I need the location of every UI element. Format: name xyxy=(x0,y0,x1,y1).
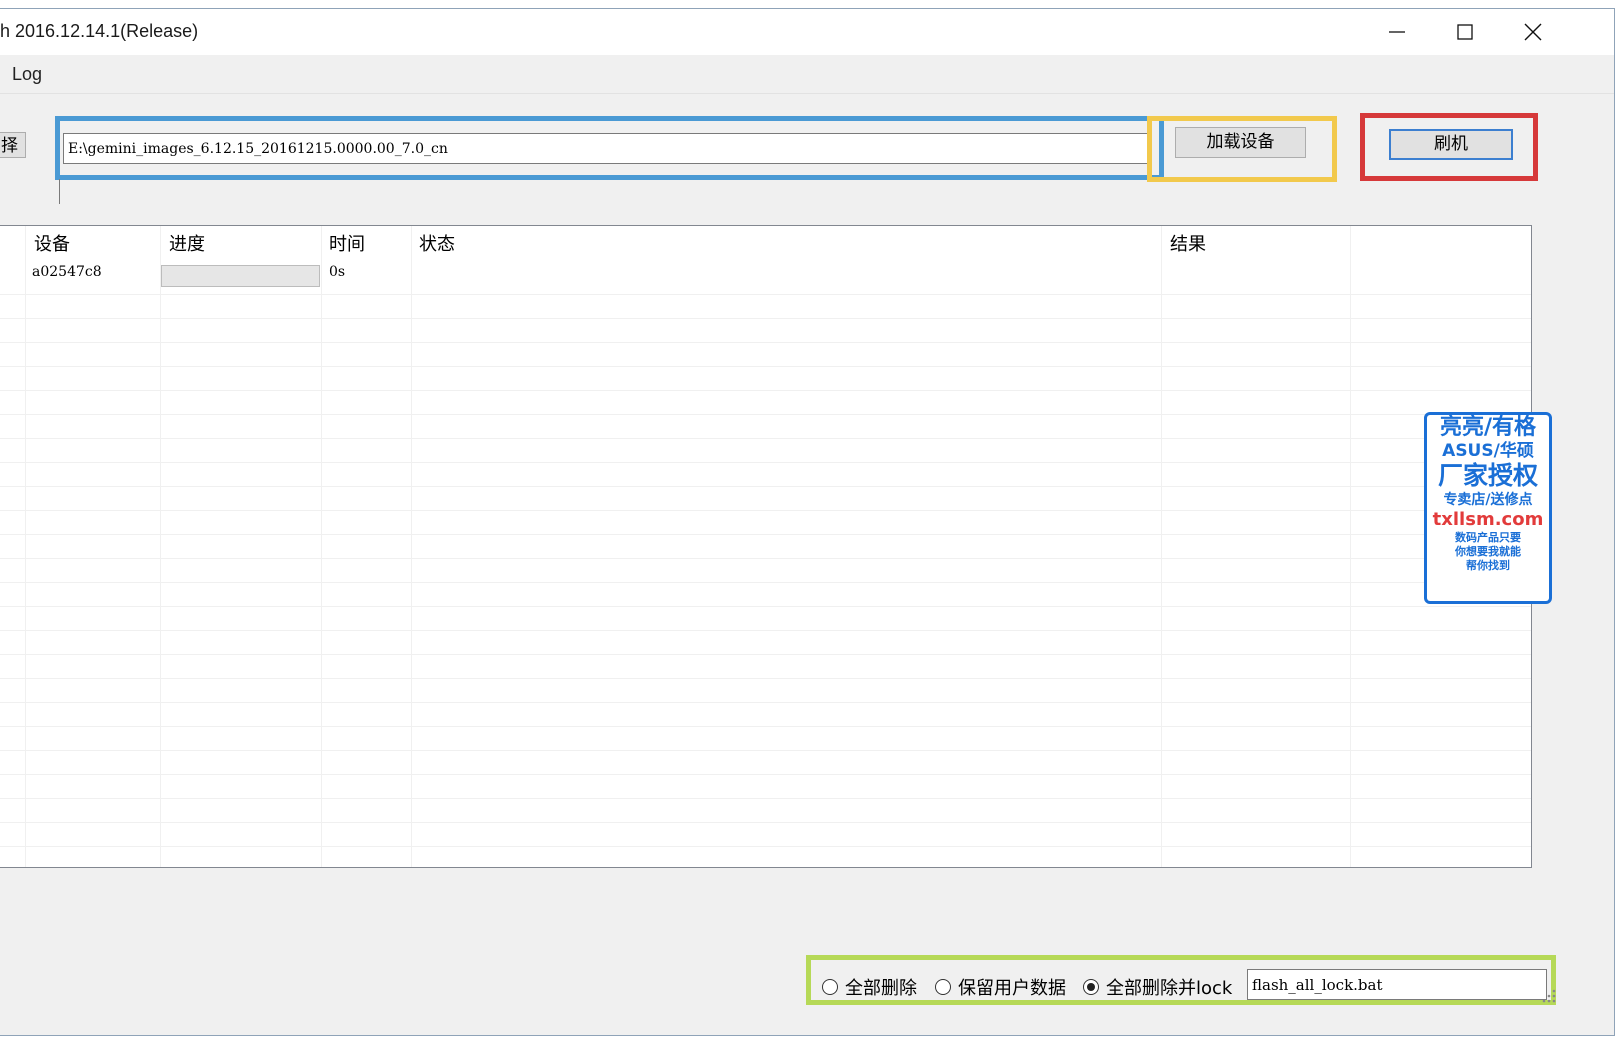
radio-circle-selected xyxy=(1083,979,1099,995)
row-separator xyxy=(0,342,1531,343)
row-separator xyxy=(0,654,1531,655)
row-separator xyxy=(0,774,1531,775)
row-separator xyxy=(0,414,1531,415)
row-separator xyxy=(0,366,1531,367)
title-bar: h 2016.12.14.1(Release) xyxy=(0,9,1614,55)
radio-circle xyxy=(935,979,951,995)
row-separator xyxy=(0,462,1531,463)
maximize-icon xyxy=(1457,24,1473,40)
cell-device: a02547c8 xyxy=(32,264,102,280)
radio-label: 全部删除并lock xyxy=(1106,978,1233,999)
header-time[interactable]: 时间 xyxy=(329,226,365,261)
row-separator xyxy=(0,510,1531,511)
stamp-line: 帮你找到 xyxy=(1466,559,1510,572)
row-separator xyxy=(0,726,1531,727)
radio-delete-and-lock[interactable]: 全部删除并lock xyxy=(1083,974,1232,1000)
header-device[interactable]: 设备 xyxy=(34,226,70,261)
row-separator xyxy=(0,702,1531,703)
image-path-input[interactable] xyxy=(63,133,1149,164)
minimize-icon xyxy=(1389,31,1405,33)
divider xyxy=(59,179,60,204)
row-separator xyxy=(0,678,1531,679)
stamp-line: 数码产品只要 xyxy=(1455,531,1521,544)
radio-label: 保留用户数据 xyxy=(958,978,1066,999)
watermark-stamp: 亮亮/有格 ASUS/华硕 厂家授权 专卖店/送修点 txllsm.com 数码… xyxy=(1424,412,1552,604)
close-button[interactable] xyxy=(1498,9,1568,55)
load-device-button[interactable]: 加载设备 xyxy=(1175,127,1306,158)
row-separator xyxy=(0,390,1531,391)
select-folder-button[interactable]: 择 xyxy=(0,132,26,158)
device-table: 设备 进度 时间 状态 结果 a02547c8 0s xyxy=(0,225,1532,868)
header-result[interactable]: 结果 xyxy=(1170,226,1206,261)
row-separator xyxy=(0,534,1531,535)
stamp-line: 专卖店/送修点 xyxy=(1443,492,1533,508)
minimize-button[interactable] xyxy=(1362,9,1432,55)
menu-item-log[interactable]: Log xyxy=(12,64,42,85)
cell-time: 0s xyxy=(329,264,346,280)
header-progress[interactable]: 进度 xyxy=(169,226,205,261)
window-title: h 2016.12.14.1(Release) xyxy=(0,21,199,41)
flash-button[interactable]: 刷机 xyxy=(1389,129,1513,160)
radio-keep-user-data[interactable]: 保留用户数据 xyxy=(935,974,1066,1000)
row-separator xyxy=(0,582,1531,583)
radio-label: 全部删除 xyxy=(845,978,917,999)
stamp-line: 你想要我就能 xyxy=(1455,545,1521,558)
row-separator xyxy=(0,606,1531,607)
row-separator xyxy=(0,486,1531,487)
stamp-line: ASUS/华硕 xyxy=(1442,441,1534,461)
row-separator xyxy=(0,750,1531,751)
maximize-button[interactable] xyxy=(1430,9,1500,55)
row-separator xyxy=(0,846,1531,847)
resize-grip-icon[interactable] xyxy=(1540,987,1558,1005)
row-separator xyxy=(0,294,1531,295)
row-separator xyxy=(0,798,1531,799)
radio-all-delete[interactable]: 全部删除 xyxy=(822,974,917,1000)
script-file-input[interactable] xyxy=(1247,969,1547,1000)
menu-bar: Log xyxy=(0,55,1614,94)
stamp-line: 亮亮/有格 xyxy=(1439,415,1537,440)
progress-bar xyxy=(161,265,320,287)
stamp-line: txllsm.com xyxy=(1432,509,1544,530)
row-separator xyxy=(0,822,1531,823)
flash-tool-window: h 2016.12.14.1(Release) Log 择 加载设备 刷机 设备… xyxy=(0,8,1615,1036)
radio-circle xyxy=(822,979,838,995)
close-icon xyxy=(1524,23,1542,41)
stamp-line: 厂家授权 xyxy=(1437,461,1538,490)
row-separator xyxy=(0,630,1531,631)
row-separator xyxy=(0,438,1531,439)
row-separator xyxy=(0,318,1531,319)
row-separator xyxy=(0,558,1531,559)
header-status[interactable]: 状态 xyxy=(419,226,455,261)
